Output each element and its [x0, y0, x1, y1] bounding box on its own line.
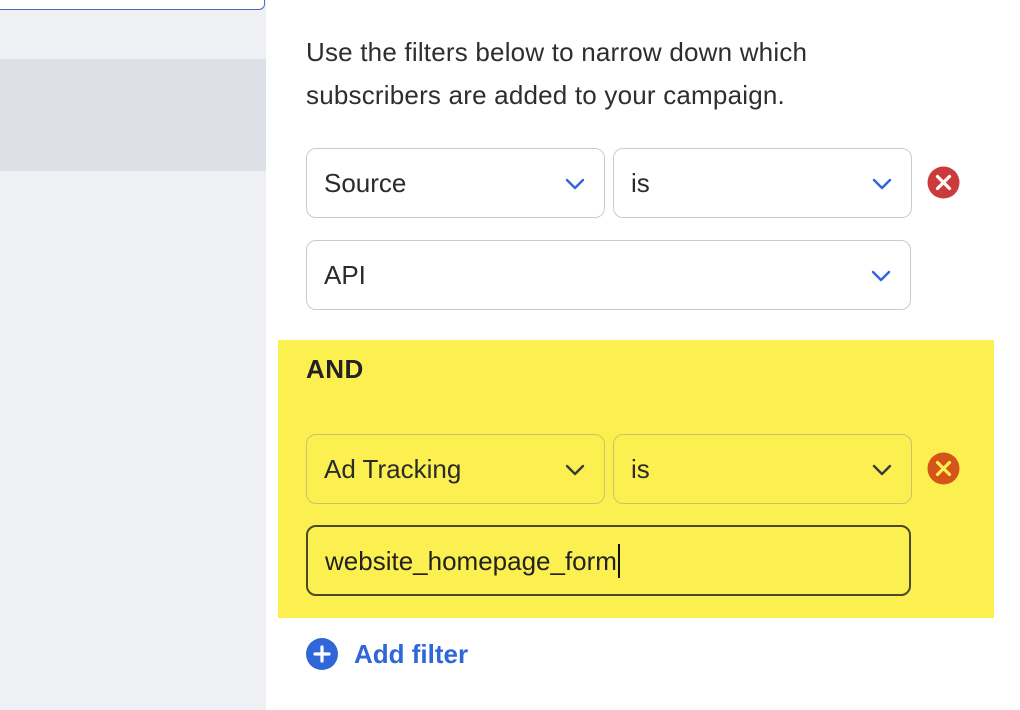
- sidebar-item-selected[interactable]: [0, 59, 266, 171]
- sidebar: [0, 0, 266, 710]
- app-root: Use the filters below to narrow down whi…: [0, 0, 1020, 710]
- filter2-field-value: Ad Tracking: [324, 454, 462, 484]
- filter2-operator-value: is: [631, 454, 650, 484]
- chevron-down-icon: [871, 270, 891, 282]
- filter1-operator-select[interactable]: is: [613, 148, 912, 218]
- chevron-down-icon: [565, 178, 585, 190]
- add-filter-button[interactable]: Add filter: [306, 636, 468, 672]
- filters-panel: Use the filters below to narrow down whi…: [266, 0, 1020, 710]
- filter2-value-content: website_homepage_form: [325, 546, 617, 576]
- filter2-operator-select[interactable]: is: [613, 434, 912, 504]
- remove-filter2-icon[interactable]: [927, 452, 960, 485]
- plus-circle-icon: [306, 638, 338, 670]
- filters-description: Use the filters below to narrow down whi…: [306, 31, 906, 117]
- and-filter-group: AND Ad Tracking is website_homepage_form: [278, 340, 994, 618]
- filters-description-line2: subscribers are added to your campaign.: [306, 80, 785, 110]
- filter1-value: API: [324, 260, 366, 290]
- filter1-field-select[interactable]: Source: [306, 148, 605, 218]
- chevron-down-icon: [565, 464, 585, 476]
- filter1-operator-value: is: [631, 168, 650, 198]
- filter1-field-value: Source: [324, 168, 407, 198]
- sidebar-input[interactable]: [0, 0, 265, 10]
- chevron-down-icon: [872, 178, 892, 190]
- and-conjunction-label: AND: [306, 354, 364, 384]
- add-filter-label: Add filter: [354, 638, 469, 669]
- remove-filter1-icon[interactable]: [927, 166, 960, 199]
- text-caret: [617, 544, 620, 579]
- filter2-field-select[interactable]: Ad Tracking: [306, 434, 605, 504]
- filter2-value-input[interactable]: website_homepage_form: [306, 525, 911, 596]
- filter2-value-text: website_homepage_form: [325, 527, 620, 595]
- chevron-down-icon: [872, 464, 892, 476]
- filters-description-line1: Use the filters below to narrow down whi…: [306, 37, 808, 67]
- filter1-value-select[interactable]: API: [306, 240, 911, 310]
